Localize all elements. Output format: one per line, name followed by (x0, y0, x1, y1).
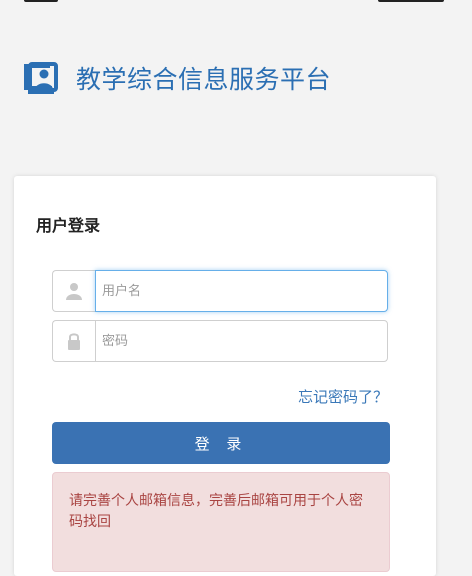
password-field (52, 320, 388, 362)
login-panel-title: 用户登录 (36, 216, 101, 235)
status-bar-remnant (0, 0, 472, 6)
status-bar-right (378, 0, 444, 2)
lock-icon (52, 320, 95, 362)
login-panel: 用户登录 忘记密码了？ 登 录 请完善个人邮箱信息，完善后邮箱可用于个人密码找回 (14, 176, 436, 576)
site-header: 教学综合信息服务平台 (20, 56, 331, 100)
username-input[interactable] (95, 270, 388, 312)
site-title: 教学综合信息服务平台 (76, 65, 332, 94)
email-alert: 请完善个人邮箱信息，完善后邮箱可用于个人密码找回 (52, 472, 390, 572)
status-bar-left (24, 0, 58, 2)
forgot-password-link[interactable]: 忘记密码了？ (298, 386, 388, 407)
username-field (52, 270, 388, 312)
monitor-user-icon (20, 60, 60, 96)
login-button[interactable]: 登 录 (52, 422, 390, 464)
password-input[interactable] (95, 320, 388, 362)
user-icon (52, 270, 95, 312)
